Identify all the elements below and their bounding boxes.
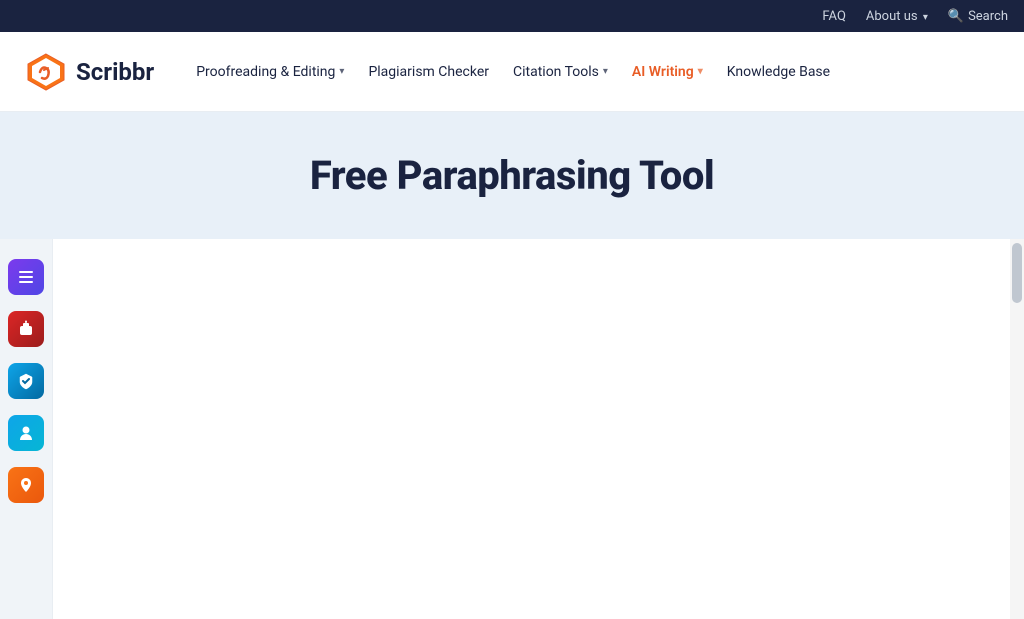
nav-items: Proofreading & Editing ▾ Plagiarism Chec… (186, 58, 840, 86)
search-button[interactable]: 🔍 Search (948, 9, 1008, 24)
hero-title: Free Paraphrasing Tool (24, 152, 1000, 199)
scrollbar-thumb[interactable] (1012, 243, 1022, 303)
chevron-down-icon: ▾ (339, 66, 344, 77)
search-label: Search (968, 9, 1008, 24)
chevron-down-icon: ▾ (603, 66, 608, 77)
list-sidebar-icon[interactable] (8, 259, 44, 295)
left-sidebar (0, 239, 52, 619)
nav-item-knowledge[interactable]: Knowledge Base (717, 58, 840, 86)
faq-link[interactable]: FAQ (822, 9, 845, 24)
nav-item-plagiarism[interactable]: Plagiarism Checker (358, 58, 499, 86)
logo-icon (24, 50, 68, 94)
chevron-down-icon: ▾ (698, 66, 703, 77)
content-area (0, 239, 1024, 619)
nav-item-ai-writing[interactable]: AI Writing ▾ (622, 58, 713, 86)
about-link[interactable]: About us ▾ (866, 9, 928, 24)
nav-item-citation[interactable]: Citation Tools ▾ (503, 58, 618, 86)
search-icon: 🔍 (948, 9, 964, 24)
person-sidebar-icon[interactable] (8, 415, 44, 451)
shield-sidebar-icon[interactable] (8, 363, 44, 399)
logo-text: Scribbr (76, 58, 154, 86)
list-icon (16, 267, 36, 287)
pin-sidebar-icon[interactable] (8, 467, 44, 503)
hero-section: Free Paraphrasing Tool (0, 112, 1024, 239)
pin-icon (16, 475, 36, 495)
robot-sidebar-icon[interactable] (8, 311, 44, 347)
tool-area (52, 239, 1010, 619)
about-label: About us (866, 9, 918, 24)
logo[interactable]: Scribbr (24, 50, 154, 94)
about-chevron-icon: ▾ (923, 12, 928, 23)
main-nav: Scribbr Proofreading & Editing ▾ Plagiar… (0, 32, 1024, 112)
nav-item-proofreading[interactable]: Proofreading & Editing ▾ (186, 58, 354, 86)
person-icon (16, 423, 36, 443)
shield-icon (16, 371, 36, 391)
top-bar: FAQ About us ▾ 🔍 Search (0, 0, 1024, 32)
scrollbar[interactable] (1010, 239, 1024, 619)
robot-icon (16, 319, 36, 339)
